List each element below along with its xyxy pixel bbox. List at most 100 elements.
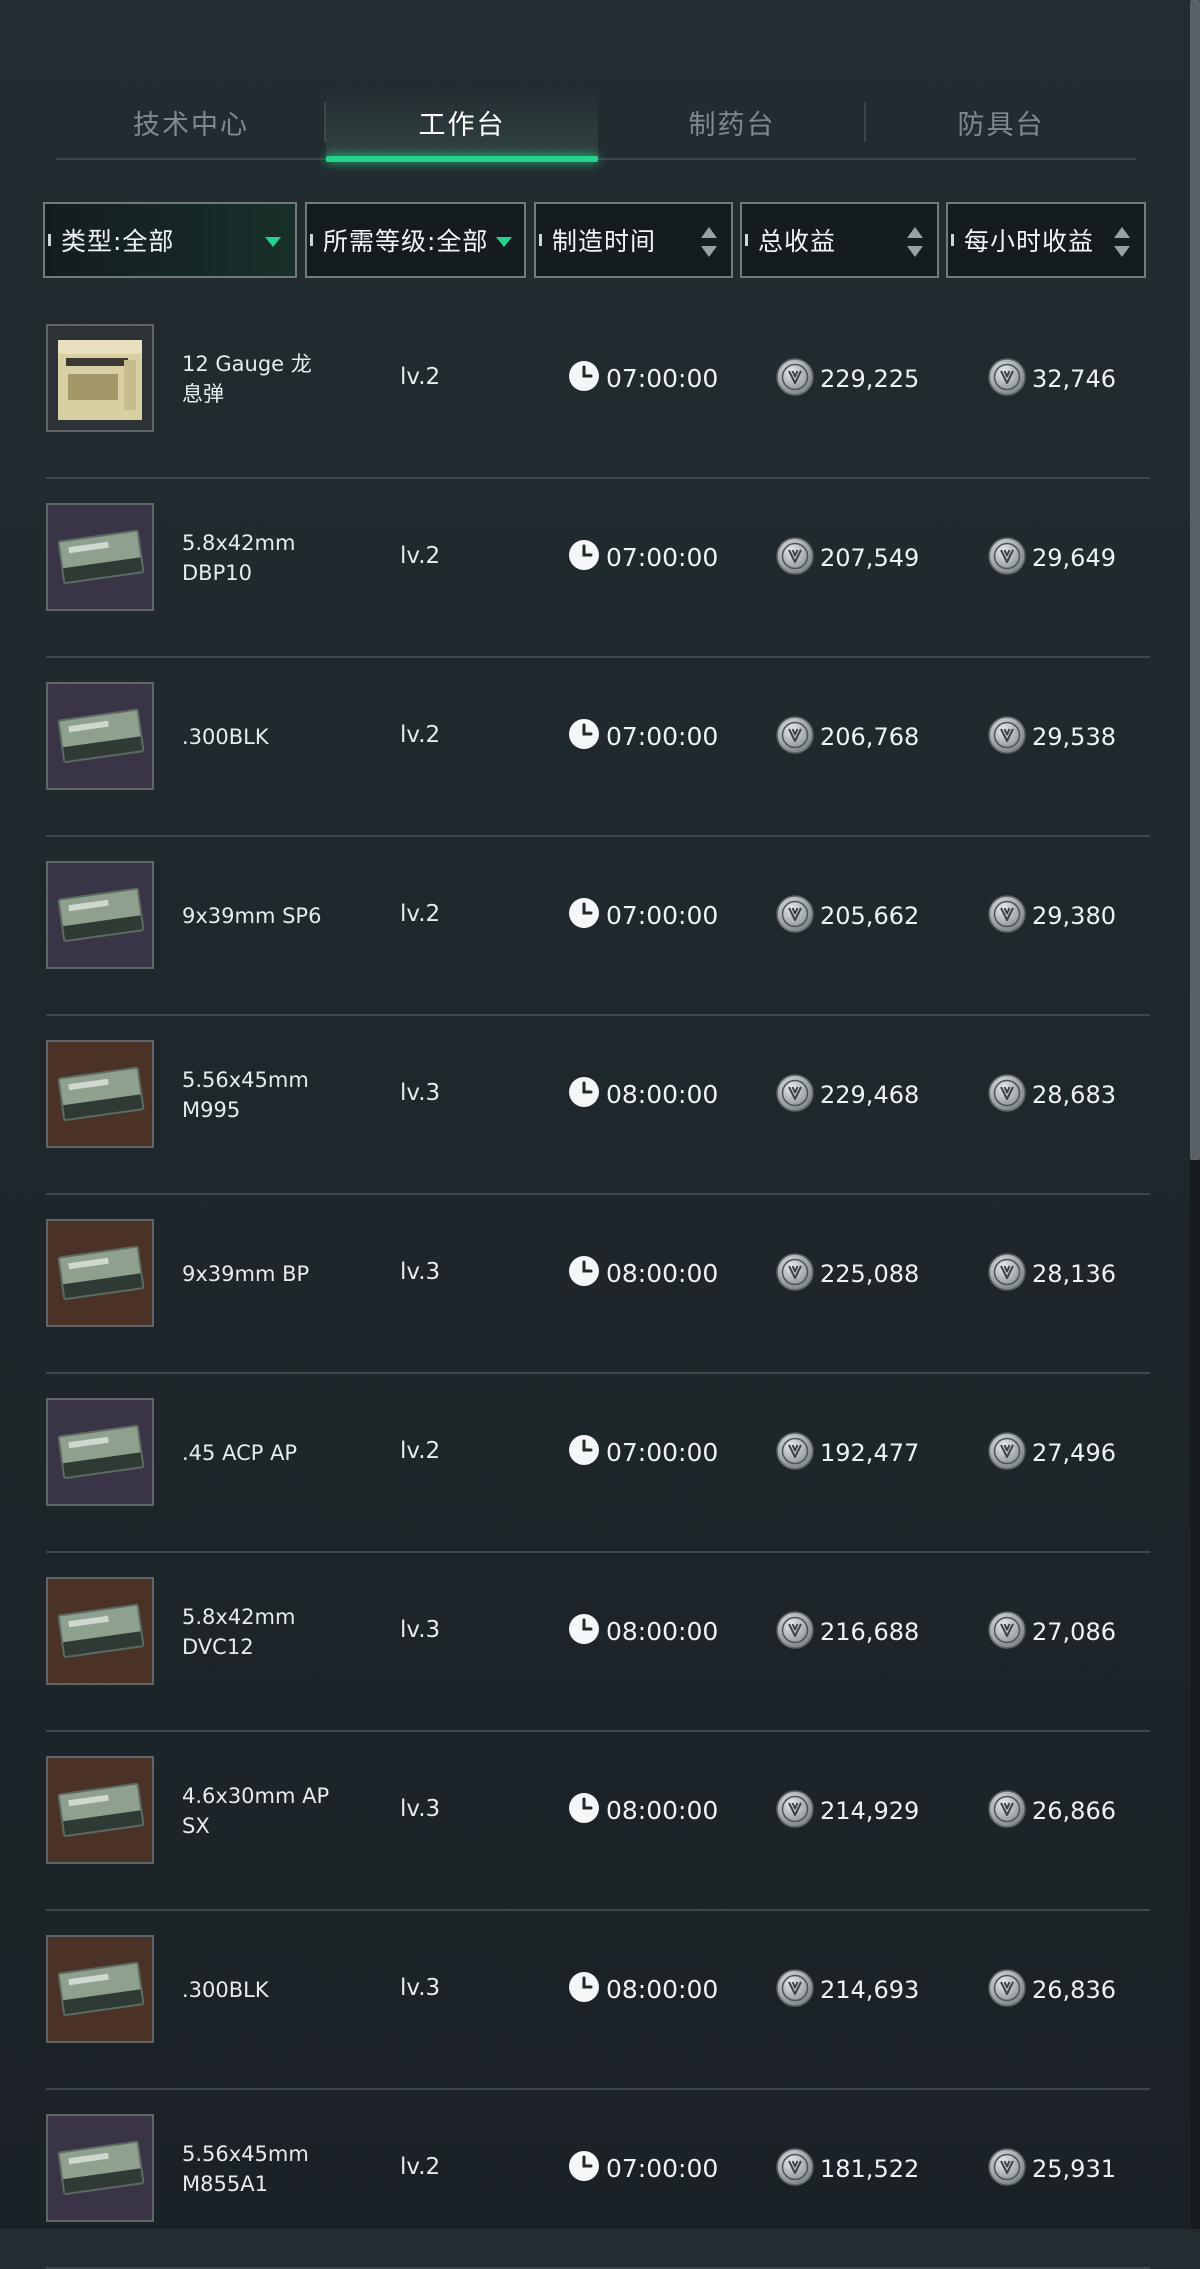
craft-time-value: 08:00:00 [606,1258,719,1288]
required-level: lv.2 [400,543,441,569]
craft-time: 07:00:00 [568,1434,718,1470]
clock-icon [568,897,600,933]
required-level: lv.3 [400,1975,441,2001]
clock-icon [568,1434,600,1470]
clock-icon [568,718,600,754]
clock-icon [568,1792,600,1828]
total-profit: 207,549 [776,537,919,579]
clock-icon [568,1255,600,1291]
total-profit: 205,662 [776,895,919,937]
coin-icon [988,1790,1026,1832]
craft-time-value: 07:00:00 [606,1437,719,1467]
craft-time: 08:00:00 [568,1255,718,1291]
coin-icon [776,537,814,579]
total-profit: 214,929 [776,1790,919,1832]
total-profit: 181,522 [776,2148,919,2190]
clock-icon [568,2150,600,2186]
item-name: 5.8x42mm DBP10 [182,531,296,585]
item-thumbnail [46,1756,154,1864]
required-level: lv.3 [400,1617,441,1643]
hourly-profit-value: 28,683 [1032,1081,1116,1109]
craft-time: 07:00:00 [568,539,718,575]
hourly-profit-sort[interactable]: 每小时收益 [946,202,1146,278]
hourly-profit: 27,086 [988,1611,1116,1653]
coin-icon [776,1074,814,1116]
coin-icon [776,895,814,937]
item-name: .300BLK [182,1978,269,2002]
hourly-profit: 26,866 [988,1790,1116,1832]
item-name: 9x39mm BP [182,1262,310,1286]
craft-time: 07:00:00 [568,718,718,754]
recipe-row[interactable]: 9x39mm SP6 lv.2 07:00:00 205,662 29,380 [46,837,1150,1016]
recipe-row[interactable]: 9x39mm BP lv.3 08:00:00 225,088 28,136 [46,1195,1150,1374]
coin-icon [776,716,814,758]
level-filter-dropdown[interactable]: 所需等级:全部 [305,202,526,278]
tab-label: 防具台 [957,109,1045,141]
recipe-row[interactable]: 5.8x42mm DBP10 lv.2 07:00:00 207,549 29,649 [46,479,1150,658]
total-profit: 192,477 [776,1432,919,1474]
required-level: lv.2 [400,2154,441,2180]
craft-time-value: 08:00:00 [606,1795,719,1825]
recipe-row[interactable]: 5.56x45mm M995 lv.3 08:00:00 229,468 28,683 [46,1016,1150,1195]
coin-icon [776,1790,814,1832]
required-level: lv.3 [400,1796,441,1822]
recipe-row[interactable]: 12 Gauge 龙息弹 lv.2 07:00:00 229,225 32,746 [46,300,1150,479]
coin-icon [988,1253,1026,1295]
hourly-profit-value: 29,538 [1032,723,1116,751]
type-filter-dropdown[interactable]: 类型:全部 [43,202,297,278]
item-thumbnail [46,1577,154,1685]
coin-icon [776,1432,814,1474]
craft-time-value: 07:00:00 [606,721,719,751]
required-level: lv.2 [400,1438,441,1464]
required-level: lv.2 [400,901,441,927]
recipe-row[interactable]: 4.6x30mm AP SX lv.3 08:00:00 214,929 26,866 [46,1732,1150,1911]
triangle-down-icon [496,237,512,247]
type-filter-label: 类型:全部 [61,227,175,256]
craft-time: 07:00:00 [568,360,718,396]
total-profit: 206,768 [776,716,919,758]
total-profit-sort[interactable]: 总收益 [740,202,939,278]
total-profit-label: 总收益 [758,227,837,256]
hourly-profit-value: 26,866 [1032,1797,1116,1825]
coin-icon [776,1253,814,1295]
craft-time-value: 08:00:00 [606,1079,719,1109]
item-name: .300BLK [182,725,269,749]
required-level: lv.3 [400,1259,441,1285]
total-profit: 229,468 [776,1074,919,1116]
scrollbar[interactable] [1190,0,1200,2229]
hourly-profit: 29,380 [988,895,1116,937]
hourly-profit: 27,496 [988,1432,1116,1474]
craft-time: 08:00:00 [568,1792,718,1828]
hourly-profit-value: 29,649 [1032,544,1116,572]
hourly-profit-value: 27,086 [1032,1618,1116,1646]
hourly-profit-value: 25,931 [1032,2155,1116,2183]
item-thumbnail [46,324,154,432]
total-profit: 214,693 [776,1969,919,2011]
item-thumbnail [46,1935,154,2043]
recipe-row[interactable]: 5.56x45mm M855A1 lv.2 07:00:00 181,522 25,93… [46,2090,1150,2269]
hourly-profit: 26,836 [988,1969,1116,2011]
recipe-row[interactable]: 5.8x42mm DVC12 lv.3 08:00:00 216,688 27,086 [46,1553,1150,1732]
recipe-list: 12 Gauge 龙息弹 lv.2 07:00:00 229,225 32,746 5.8… [46,300,1150,2269]
tab-pharmacy-bench[interactable]: 制药台 [598,86,866,158]
clock-icon [568,360,600,396]
item-name: 5.8x42mm DVC12 [182,1605,296,1659]
total-profit: 229,225 [776,358,919,400]
craft-time-sort[interactable]: 制造时间 [534,202,733,278]
tab-tech-center[interactable]: 技术中心 [56,86,326,158]
hourly-profit-value: 32,746 [1032,365,1116,393]
recipe-row[interactable]: .45 ACP AP lv.2 07:00:00 192,477 27,496 [46,1374,1150,1553]
item-thumbnail [46,682,154,790]
notch-mark [310,234,313,246]
tab-armor-bench[interactable]: 防具台 [866,86,1136,158]
total-profit: 216,688 [776,1611,919,1653]
sort-updown-icon [907,227,923,257]
recipe-row[interactable]: .300BLK lv.2 07:00:00 206,768 29,538 [46,658,1150,837]
recipe-row[interactable]: .300BLK lv.3 08:00:00 214,693 26,836 [46,1911,1150,2090]
craft-time-value: 07:00:00 [606,900,719,930]
craft-time: 08:00:00 [568,1971,718,2007]
clock-icon [568,1613,600,1649]
scrollbar-thumb[interactable] [1190,0,1200,1160]
hourly-profit: 25,931 [988,2148,1116,2190]
tab-workbench[interactable]: 工作台 [326,86,598,162]
